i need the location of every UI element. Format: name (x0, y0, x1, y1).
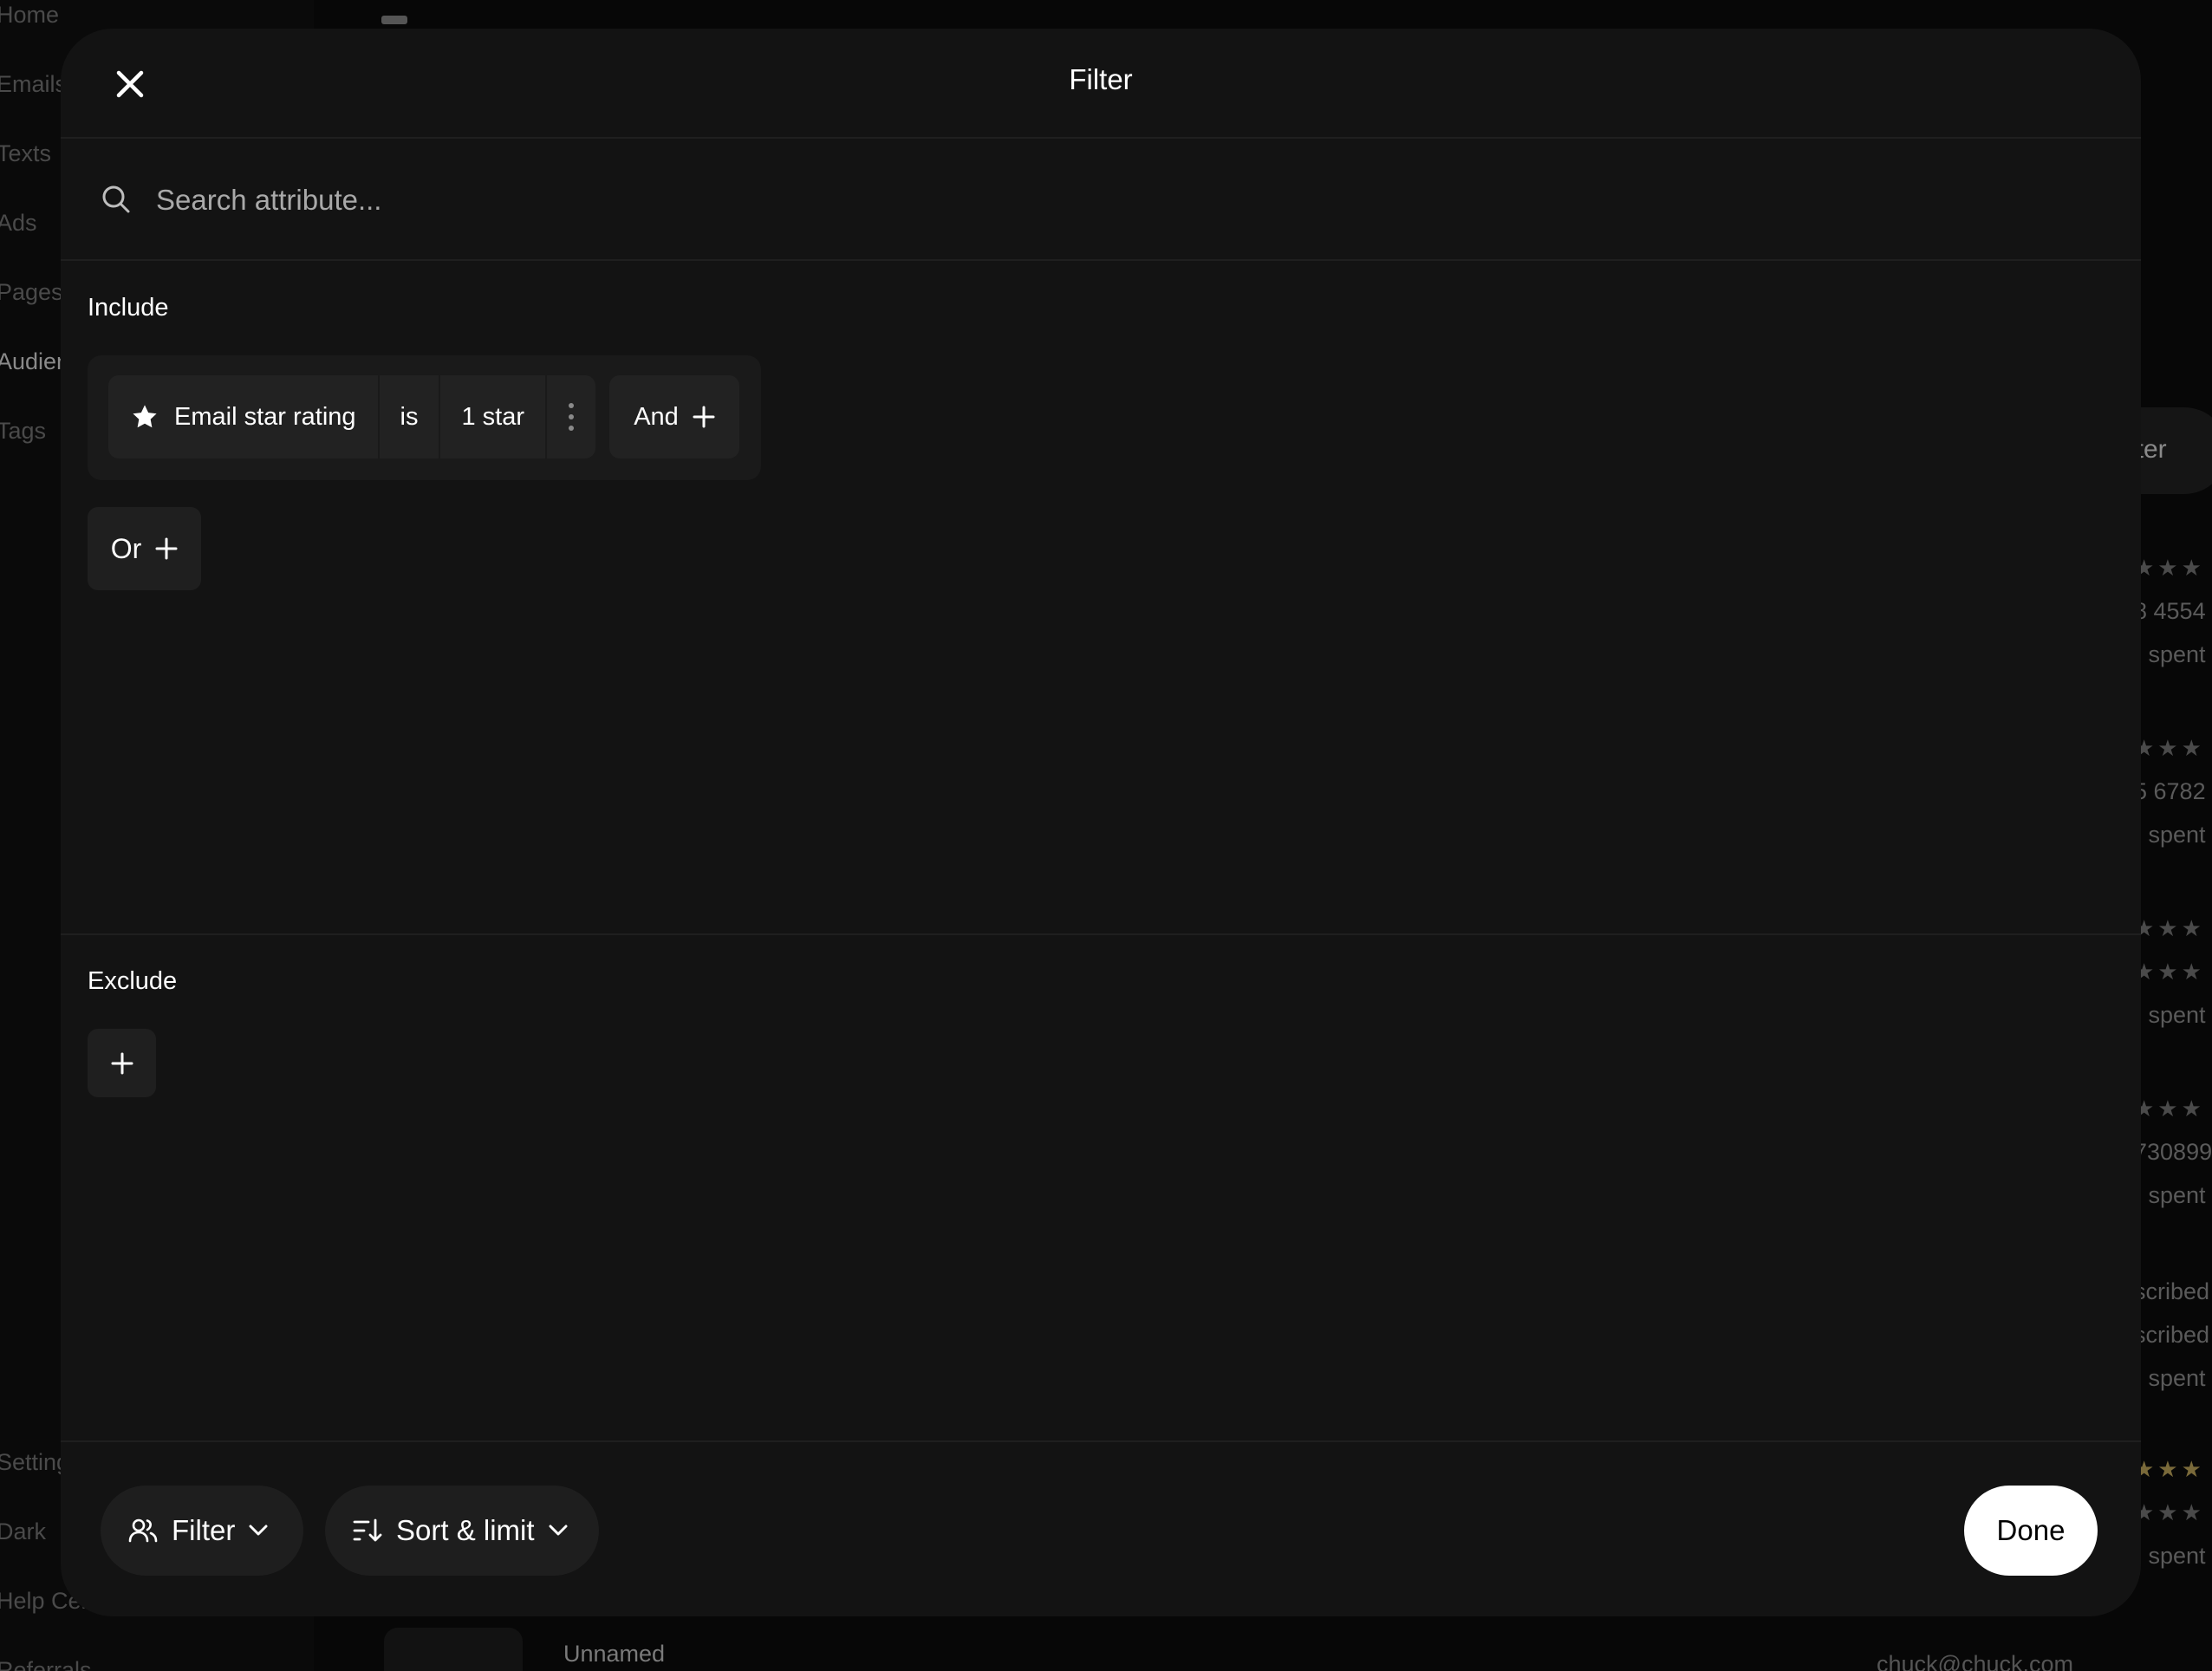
filter-dropdown-button[interactable]: Filter (101, 1486, 303, 1576)
bg-row-spent: ) spent (2134, 1543, 2206, 1569)
bg-nav-dark: Dark (0, 1518, 47, 1544)
plus-icon (111, 1052, 133, 1074)
done-button[interactable]: Done (1964, 1486, 2098, 1576)
condition-attribute[interactable]: Email star rating (108, 375, 378, 458)
bg-unnamed-label: Unnamed (563, 1641, 666, 1667)
bg-nav-home: Home (0, 2, 60, 28)
exclude-label: Exclude (88, 967, 178, 995)
bg-row-spent: ) spent (2134, 822, 2206, 848)
condition-value[interactable]: 1 star (440, 375, 545, 458)
bg-nav-emails: Emails (0, 71, 68, 97)
bg-row-spent: ) spent (2134, 1002, 2206, 1028)
bg-row-phone: 8 4554 (2134, 598, 2206, 624)
add-and-condition-button[interactable]: And (609, 375, 739, 458)
chevron-down-icon (249, 1525, 268, 1536)
bg-row-stars: ★★★ (2134, 735, 2205, 761)
modal-title: Filter (1069, 63, 1133, 95)
add-exclude-button[interactable] (88, 1029, 156, 1097)
modal-footer: Filter Sort & limit Done (61, 1440, 2141, 1616)
bg-email: chuck@chuck.com (1877, 1651, 2073, 1671)
search-attribute-input[interactable] (156, 173, 1456, 227)
search-row (61, 139, 2141, 261)
bg-row-stars: ★★★ (2134, 1499, 2205, 1525)
bg-row-phone: 730899 (2134, 1139, 2212, 1165)
bg-row-spent: ) spent (2134, 1365, 2206, 1391)
and-label: And (634, 402, 679, 431)
bg-row-subscribed: scribed (2134, 1322, 2210, 1348)
bg-nav-texts: Texts (0, 140, 52, 166)
include-label: Include (88, 294, 169, 322)
modal-header: Filter (61, 29, 2141, 139)
users-icon (128, 1518, 158, 1543)
more-vertical-icon (569, 403, 574, 431)
filter-condition: Email star rating is 1 star (108, 375, 595, 458)
bg-row-spent: ) spent (2134, 1182, 2206, 1208)
page: Home Emails Texts Ads Pages Audien Tags … (0, 0, 2212, 1671)
condition-more-button[interactable] (547, 375, 595, 458)
bg-row-phone: 5 6782 (2134, 778, 2206, 804)
condition-attribute-label: Email star rating (174, 402, 356, 431)
bg-row-stars: ★★★ (2134, 1456, 2205, 1482)
section-divider (61, 933, 2141, 935)
star-icon (133, 405, 157, 428)
condition-operator[interactable]: is (380, 375, 439, 458)
bg-nav-settings: Setting (0, 1449, 70, 1475)
sort-icon (353, 1518, 382, 1542)
background-top-mark (381, 16, 407, 24)
chevron-down-icon (549, 1525, 568, 1536)
bg-row-subscribed: scribed (2134, 1278, 2210, 1304)
plus-icon (693, 406, 715, 428)
bg-row-stars: ★★★ (2134, 915, 2205, 941)
bg-nav-pages: Pages (0, 279, 63, 305)
bg-row-stars: ★★★ (2134, 1096, 2205, 1122)
filter-modal: Filter Include Email star rating is 1 st… (61, 29, 2141, 1616)
sort-label: Sort & limit (396, 1514, 535, 1546)
bg-nav-tags: Tags (0, 418, 47, 444)
bg-nav-audience: Audien (0, 348, 70, 374)
bg-nav-referrals: Referrals (0, 1657, 92, 1671)
bg-row-stars: ★★★ (2134, 555, 2205, 581)
bg-nav-ads: Ads (0, 210, 37, 236)
bg-row-stars: ★★★ (2134, 959, 2205, 985)
plus-icon (155, 537, 178, 560)
add-or-group-button[interactable]: Or (88, 507, 201, 590)
sort-limit-dropdown-button[interactable]: Sort & limit (325, 1486, 599, 1576)
search-icon (102, 185, 130, 213)
or-label: Or (110, 532, 142, 564)
bg-row-spent: ) spent (2134, 641, 2206, 667)
bg-avatar (384, 1628, 523, 1671)
filter-label: Filter (172, 1514, 236, 1546)
